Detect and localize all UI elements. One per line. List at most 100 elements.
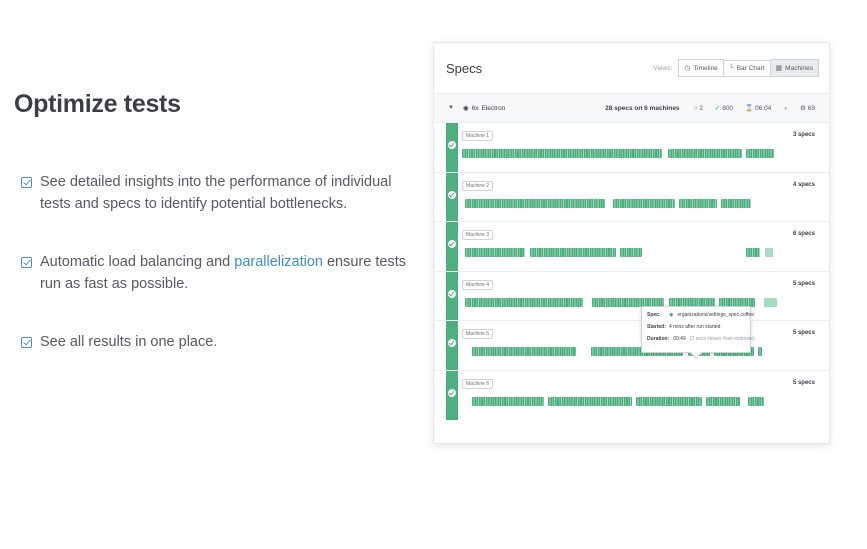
view-switcher: Views: ◷ Timeline └ Bar Chart ▦ Machines — [653, 59, 819, 77]
machine-spec-count: 5 specs — [792, 330, 815, 336]
passed-stat: ✓ 800 — [715, 104, 733, 112]
spec-bar[interactable] — [465, 198, 605, 208]
browser-name: Electron — [481, 104, 506, 112]
duration-value: 06:04 — [754, 105, 772, 112]
clock-icon: ◷ — [684, 65, 691, 72]
spec-bar[interactable] — [746, 248, 760, 257]
spec-bar[interactable] — [679, 198, 717, 208]
view-button-label: Machines — [785, 64, 813, 72]
machine-timeline — [462, 396, 815, 406]
machines-view-button[interactable]: ▦ Machines — [770, 59, 819, 77]
machine-timeline — [462, 248, 815, 257]
spec-bar[interactable] — [620, 248, 642, 257]
bar-chart-icon: └ — [728, 64, 734, 72]
flame-icon: ♁ — [783, 104, 789, 112]
pass-status-strip — [446, 123, 458, 172]
machine-label: Machine 4 — [462, 279, 494, 290]
spec-bar[interactable] — [636, 396, 702, 406]
feature-text: Automatic load balancing and paralleliza… — [40, 251, 414, 295]
feature-item: Automatic load balancing and paralleliza… — [14, 251, 414, 295]
pending-stat: ○ 2 — [694, 105, 703, 112]
run-summary: 28 specs on 6 machines — [605, 104, 680, 112]
machine-spec-count: 6 specs — [792, 231, 815, 237]
spec-tooltip: Spec: ◉ organizations/settings_spec.coff… — [641, 306, 755, 359]
spec-bar[interactable] — [472, 396, 544, 406]
machine-timeline — [462, 198, 815, 208]
view-button-label: Bar Chart — [736, 64, 765, 72]
feature-text: See detailed insights into the performan… — [40, 174, 392, 212]
browser-count: 6x — [471, 104, 479, 112]
tooltip-spec-row: Spec: ◉ organizations/settings_spec.coff… — [647, 312, 754, 318]
passed-count: 800 — [722, 105, 734, 112]
tooltip-key: Started: — [647, 324, 666, 330]
spec-bar[interactable] — [613, 198, 675, 208]
passed-icon — [448, 141, 456, 149]
spec-bar[interactable] — [706, 396, 740, 406]
hourglass-icon: ⌛ — [745, 105, 754, 112]
machine-row[interactable]: Machine 2 4 specs — [434, 172, 829, 222]
run-stats: ○ 2 ✓ 800 ⌛ 06:04 ♁ ⚙ 69 — [694, 104, 815, 113]
browser-info: ◉ 6x Electron — [462, 104, 506, 113]
grid-icon: ▦ — [775, 65, 783, 72]
spec-bar[interactable] — [764, 297, 777, 307]
spec-bar[interactable] — [530, 248, 616, 257]
spec-bar[interactable] — [748, 396, 764, 406]
feature-text-part: Automatic load balancing and — [40, 254, 235, 270]
duration-stat: ⌛ 06:04 — [745, 104, 771, 112]
chevron-down-icon[interactable]: ▼ — [448, 105, 454, 111]
spec-bar[interactable] — [465, 297, 583, 307]
spec-bar[interactable] — [746, 149, 774, 158]
machine-label: Machine 5 — [462, 329, 494, 339]
panel-title: Specs — [446, 60, 483, 76]
spec-bar[interactable] — [721, 198, 751, 208]
machine-label: Machine 6 — [462, 378, 494, 389]
tooltip-key: Duration: — [647, 336, 670, 342]
spec-bar[interactable] — [548, 396, 632, 406]
machine-spec-count: 4 specs — [792, 181, 815, 188]
panel-header: Specs Views: ◷ Timeline └ Bar Chart ▦ Ma… — [434, 43, 829, 93]
parallelization-link[interactable]: parallelization — [234, 254, 323, 270]
gear-icon: ⚙ — [800, 105, 806, 112]
extra-stat: ⚙ 69 — [800, 104, 815, 112]
checkbox-check-icon — [21, 177, 32, 188]
machine-row[interactable]: Machine 3 6 specs — [434, 222, 829, 272]
machine-row[interactable]: Machine 5 5 specs — [434, 321, 829, 371]
passed-icon — [448, 388, 456, 397]
machine-spec-count: 3 specs — [792, 132, 815, 138]
electron-icon: ◉ — [462, 105, 469, 112]
spec-bar[interactable] — [758, 347, 762, 356]
tooltip-duration-row: Duration: 00:49 (2 secs slower than esti… — [647, 336, 755, 342]
passed-icon — [448, 240, 456, 248]
specs-panel: Specs Views: ◷ Timeline └ Bar Chart ▦ Ma… — [433, 42, 830, 444]
check-icon: ✓ — [714, 105, 721, 112]
machine-label: Machine 1 — [462, 131, 494, 141]
machine-timeline — [462, 297, 815, 307]
machine-timeline — [462, 347, 815, 356]
feature-item: See detailed insights into the performan… — [14, 171, 414, 215]
passed-icon — [448, 289, 456, 298]
spec-bar[interactable] — [668, 149, 742, 158]
feature-section: Optimize tests See detailed insights int… — [14, 90, 414, 389]
tooltip-duration-value: 00:49 — [673, 336, 686, 342]
spec-bar[interactable] — [462, 149, 662, 158]
machine-row[interactable]: Machine 4 5 specs — [434, 271, 829, 321]
machines-list: Machine 1 3 specs Machine 2 4 specs Mach… — [434, 123, 829, 420]
spec-bar[interactable] — [765, 248, 773, 257]
feature-list: See detailed insights into the performan… — [14, 171, 414, 353]
checkbox-check-icon — [21, 337, 32, 348]
pass-status-strip — [446, 172, 458, 221]
machine-row[interactable]: Machine 6 5 specs — [434, 370, 829, 420]
passed-icon — [448, 339, 456, 347]
pass-status-strip — [446, 370, 458, 420]
bar-chart-view-button[interactable]: └ Bar Chart — [723, 59, 771, 77]
feature-text: See all results in one place. — [40, 334, 218, 350]
spec-bar[interactable] — [465, 248, 525, 257]
machine-spec-count: 5 specs — [792, 379, 815, 386]
spec-bar[interactable] — [472, 347, 576, 356]
machine-row[interactable]: Machine 1 3 specs — [434, 123, 829, 173]
extra-count: 69 — [807, 105, 815, 112]
tooltip-duration-note: (2 secs slower than estimate) — [689, 336, 755, 342]
run-group-row[interactable]: ▼ ◉ 6x Electron 28 specs on 6 machines ○… — [434, 93, 829, 123]
machine-timeline — [462, 149, 815, 158]
timeline-view-button[interactable]: ◷ Timeline — [678, 59, 724, 77]
